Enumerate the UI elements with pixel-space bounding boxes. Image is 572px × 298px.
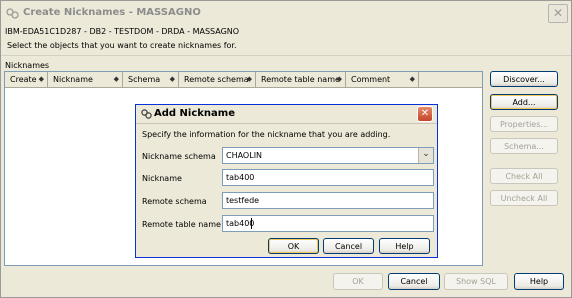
nickname-icon [141, 109, 152, 119]
column-header-nickname[interactable]: Nickname ◆ [48, 72, 123, 88]
chevron-down-icon: ⌄ [422, 149, 430, 159]
dialog-cancel-button[interactable]: Cancel [323, 238, 374, 254]
dialog-close-button[interactable]: ✕ [417, 106, 433, 122]
remote-schema-label: Remote schema [142, 197, 207, 206]
show-sql-button[interactable]: Show SQL [444, 273, 508, 290]
sort-icon: ◆ [336, 75, 342, 83]
window-title: Create Nicknames - MASSAGNO [23, 7, 201, 18]
column-header-remote-table-name[interactable]: Remote table name ◆ [256, 72, 346, 88]
window-instructions: Select the objects that you want to crea… [7, 41, 237, 50]
help-button[interactable]: Help [514, 273, 564, 290]
dialog-title: Add Nickname [154, 108, 235, 119]
nickname-label: Nickname [142, 174, 182, 183]
remote-table-name-label: Remote table name [142, 220, 221, 229]
column-header-create[interactable]: Create ◆ [5, 72, 48, 88]
column-header-schema[interactable]: Schema ◆ [123, 72, 179, 88]
remote-table-name-input[interactable]: tab400 [222, 215, 434, 232]
sort-icon: ◆ [38, 75, 44, 83]
dialog-titlebar[interactable]: Add Nickname ✕ [136, 105, 437, 124]
separator [1, 55, 571, 56]
column-header-filler [419, 72, 482, 88]
combobox-dropdown-button[interactable]: ⌄ [418, 148, 433, 163]
discover-button[interactable]: Discover... [490, 71, 558, 87]
add-button[interactable]: Add... [490, 94, 558, 110]
nicknames-label: Nicknames [5, 61, 50, 70]
ok-button[interactable]: OK [333, 273, 383, 290]
uncheck-all-button[interactable]: Uncheck All [490, 190, 558, 206]
sort-icon: ◆ [169, 75, 175, 83]
text-cursor [251, 218, 252, 229]
window-close-button[interactable]: ✕ [548, 4, 568, 23]
sort-icon: ◆ [246, 75, 252, 83]
schema-button[interactable]: Schema... [490, 138, 558, 154]
window-titlebar[interactable]: Create Nicknames - MASSAGNO ✕ [1, 1, 571, 25]
close-icon: ✕ [552, 6, 564, 20]
check-all-button[interactable]: Check All [490, 168, 558, 184]
sort-icon: ◆ [409, 75, 415, 83]
nickname-schema-label: Nickname schema [142, 152, 216, 161]
properties-button[interactable]: Properties... [490, 116, 558, 132]
nickname-icon [6, 8, 19, 19]
dialog-instructions: Specify the information for the nickname… [142, 130, 391, 139]
nickname-schema-combobox[interactable]: CHAOLIN ⌄ [222, 147, 434, 164]
close-icon: ✕ [420, 108, 430, 119]
sort-icon: ◆ [113, 75, 119, 83]
nickname-input[interactable]: tab400 [222, 169, 434, 186]
remote-schema-input[interactable]: testfede [222, 192, 434, 209]
add-nickname-dialog: Add Nickname ✕ Specify the information f… [135, 104, 438, 258]
cancel-button[interactable]: Cancel [388, 273, 440, 290]
column-header-remote-schema[interactable]: Remote schema ◆ [179, 72, 256, 88]
dialog-help-button[interactable]: Help [379, 238, 430, 254]
dialog-ok-button[interactable]: OK [268, 238, 319, 254]
column-header-comment[interactable]: Comment ◆ [346, 72, 419, 88]
connection-subtitle: IBM-EDA51C1D287 - DB2 - TESTDOM - DRDA -… [5, 27, 240, 36]
